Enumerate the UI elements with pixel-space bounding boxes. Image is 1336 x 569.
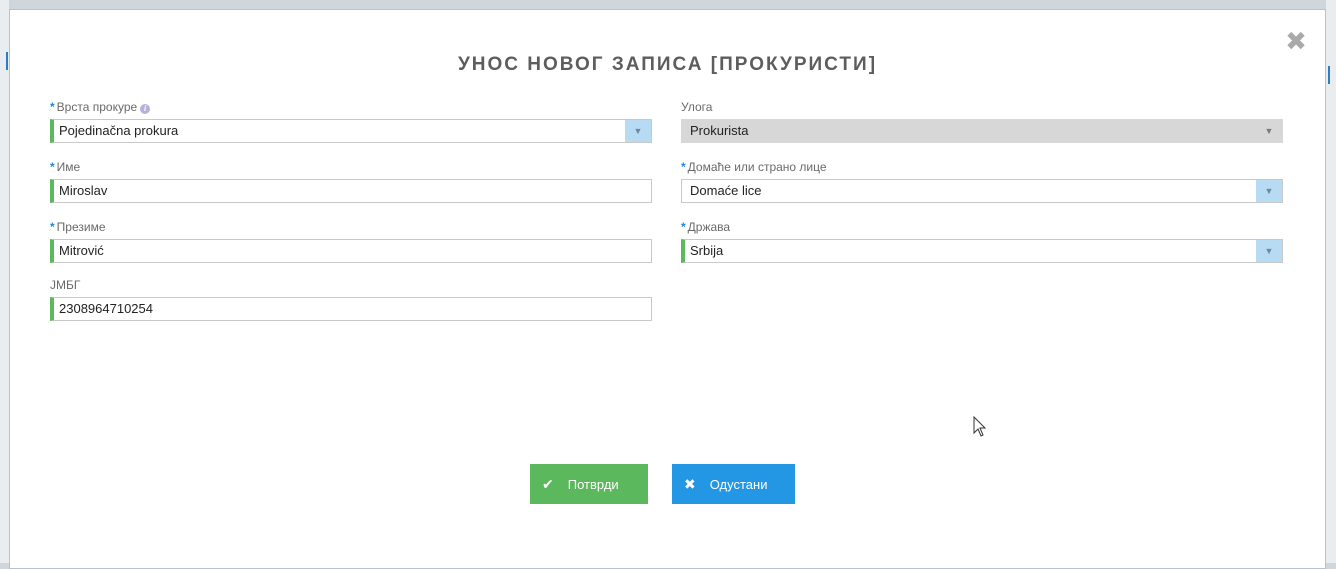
role-field: Улога Prokurista ▼ xyxy=(681,100,1283,143)
last-name-label: * Презиме xyxy=(50,220,652,235)
procura-type-value: Pojedinačna prokura xyxy=(59,123,179,138)
required-star: * xyxy=(681,160,686,174)
procura-type-field: * Врста прокуре i Pojedinačna prokura ▼ xyxy=(50,100,652,143)
first-name-input[interactable]: Miroslav xyxy=(50,179,652,203)
chevron-down-icon[interactable]: ▼ xyxy=(1256,180,1282,202)
domestic-foreign-field: * Домаће или страно лице Domaće lice ▼ xyxy=(681,160,1283,203)
new-record-dialog: УНОС НОВОГ ЗАПИСА [ПРОКУРИСТИ] ✖ * Врста … xyxy=(9,9,1326,569)
procura-type-select[interactable]: Pojedinačna prokura ▼ xyxy=(50,119,652,143)
country-field: * Држава Srbija ▼ xyxy=(681,220,1283,263)
last-name-label-text: Презиме xyxy=(56,220,106,234)
last-name-value: Mitrović xyxy=(59,243,104,258)
domestic-foreign-value: Domaće lice xyxy=(690,183,762,198)
checkmark-icon: ✔ xyxy=(542,476,554,492)
country-select[interactable]: Srbija ▼ xyxy=(681,239,1283,263)
domestic-foreign-label: * Домаће или страно лице xyxy=(681,160,1283,175)
role-value: Prokurista xyxy=(690,123,749,138)
first-name-label-text: Име xyxy=(56,160,81,174)
background-marker xyxy=(1328,66,1330,84)
jmbg-value: 2308964710254 xyxy=(59,301,153,316)
role-select: Prokurista ▼ xyxy=(681,119,1283,143)
x-icon: ✖ xyxy=(684,476,696,492)
chevron-down-icon: ▼ xyxy=(1264,126,1274,136)
domestic-foreign-select[interactable]: Domaće lice ▼ xyxy=(681,179,1283,203)
required-star: * xyxy=(50,100,55,114)
first-name-label: * Име xyxy=(50,160,652,175)
background-page-right xyxy=(1326,0,1336,563)
country-value: Srbija xyxy=(690,243,724,258)
last-name-input[interactable]: Mitrović xyxy=(50,239,652,263)
domestic-foreign-label-text: Домаће или страно лице xyxy=(687,160,827,174)
first-name-value: Miroslav xyxy=(59,183,108,198)
procura-type-label-text: Врста прокуре xyxy=(56,100,138,114)
last-name-field: * Презиме Mitrović xyxy=(50,220,652,263)
chevron-down-icon[interactable]: ▼ xyxy=(1256,240,1282,262)
confirm-button-label: Потврди xyxy=(567,477,619,492)
mouse-cursor-icon xyxy=(973,416,987,437)
jmbg-input[interactable]: 2308964710254 xyxy=(50,297,652,321)
background-marker xyxy=(6,52,8,70)
jmbg-field: ЈМБГ 2308964710254 xyxy=(50,278,652,321)
cancel-button[interactable]: ✖ Одустани xyxy=(672,464,795,504)
first-name-field: * Име Miroslav xyxy=(50,160,652,203)
chevron-down-icon[interactable]: ▼ xyxy=(625,120,651,142)
jmbg-label: ЈМБГ xyxy=(50,278,81,292)
dialog-title: УНОС НОВОГ ЗАПИСА [ПРОКУРИСТИ] xyxy=(457,54,878,75)
cancel-button-label: Одустани xyxy=(709,477,768,492)
confirm-button[interactable]: ✔ Потврди xyxy=(530,464,648,504)
required-star: * xyxy=(50,160,55,174)
info-icon[interactable]: i xyxy=(140,104,151,114)
country-label-text: Држава xyxy=(687,220,731,234)
close-icon[interactable]: ✖ xyxy=(1285,28,1307,54)
background-page-left xyxy=(0,0,9,563)
role-label: Улога xyxy=(681,100,713,114)
required-star: * xyxy=(681,220,686,234)
country-label: * Држава xyxy=(681,220,1283,235)
required-star: * xyxy=(50,220,55,234)
procura-type-label: * Врста прокуре i xyxy=(50,100,652,115)
